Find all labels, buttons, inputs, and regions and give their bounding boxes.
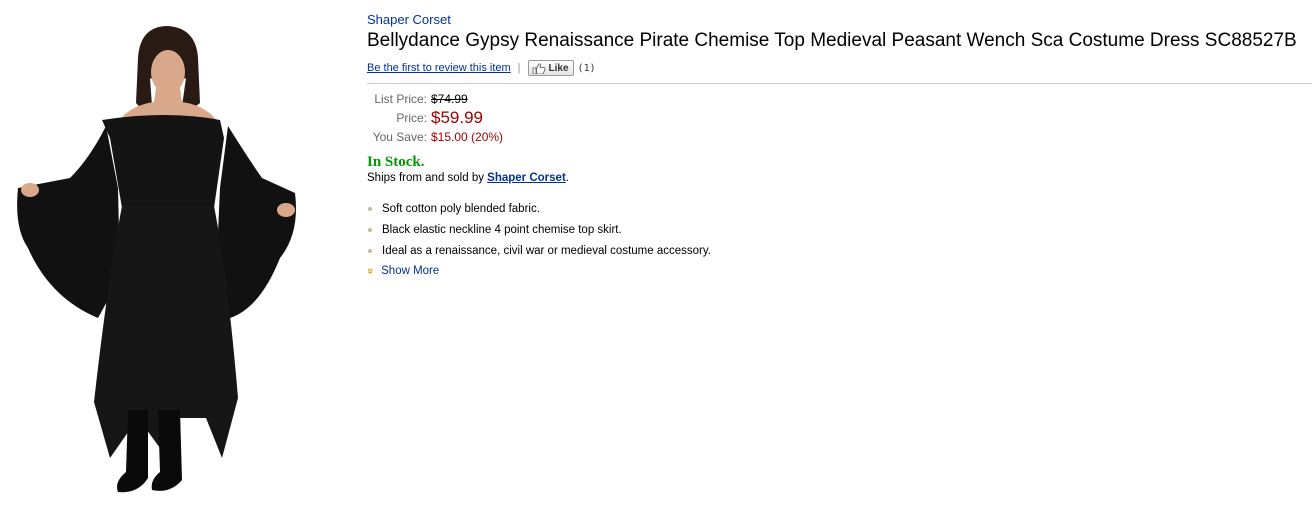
price-row: Price: $59.99: [367, 108, 505, 130]
feature-list: Soft cotton poly blended fabric. Black e…: [367, 202, 1307, 258]
brand-link[interactable]: Shaper Corset: [367, 12, 451, 27]
show-more-label: Show More: [381, 265, 440, 277]
feature-item: Ideal as a renaissance, civil war or med…: [367, 244, 1307, 258]
ships-from: Ships from and sold by Shaper Corset.: [367, 172, 1307, 184]
you-save-label: You Save:: [372, 130, 427, 144]
list-price-label: List Price:: [374, 92, 427, 106]
you-save-value: $15.00 (20%): [431, 130, 504, 144]
review-link[interactable]: Be the first to review this item: [367, 62, 511, 74]
stock-status: In Stock.: [367, 154, 425, 170]
you-save-row: You Save: $15.00 (20%): [367, 130, 505, 146]
list-price-value: $74.99: [431, 92, 468, 106]
like-count: (1): [577, 62, 596, 74]
bullet-icon: [368, 228, 372, 232]
chevron-down-icon: »: [364, 267, 377, 275]
review-row: Be the first to review this item | Like …: [367, 59, 1312, 84]
thumbs-up-icon: [532, 63, 545, 74]
list-price-row: List Price: $74.99: [367, 92, 505, 108]
separator: |: [517, 62, 521, 74]
ships-suffix: .: [565, 172, 569, 184]
ships-prefix: Ships from and sold by: [367, 172, 488, 184]
bullet-icon: [368, 249, 372, 253]
product-title: Bellydance Gypsy Renaissance Pirate Chem…: [367, 30, 1297, 51]
price-value: $59.99: [431, 108, 483, 127]
show-more-link[interactable]: » Show More: [364, 265, 1307, 277]
price-label: Price:: [396, 111, 427, 125]
product-details: Shaper Corset Bellydance Gypsy Renaissan…: [364, 11, 1312, 277]
price-table: List Price: $74.99 Price: $59.99 You Sav…: [367, 92, 505, 146]
like-button[interactable]: Like: [527, 60, 574, 76]
bullet-icon: [368, 207, 372, 211]
product-image[interactable]: [10, 18, 310, 498]
like-label: Like: [548, 62, 569, 74]
seller-link[interactable]: Shaper Corset: [487, 172, 566, 184]
feature-item: Soft cotton poly blended fabric.: [367, 202, 1307, 216]
feature-item: Black elastic neckline 4 point chemise t…: [367, 223, 1307, 237]
